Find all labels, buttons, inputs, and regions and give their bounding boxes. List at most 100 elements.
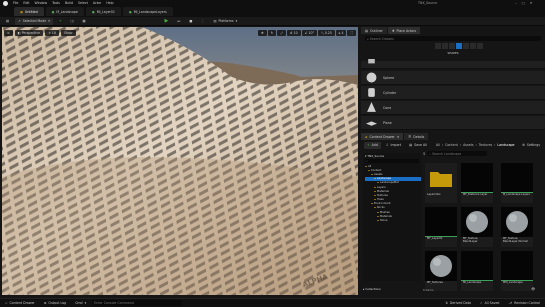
grid-snap-button[interactable]: #10 xyxy=(286,30,301,36)
import-button[interactable]: ⇩ Import xyxy=(383,142,404,149)
stop-button[interactable]: ■ xyxy=(186,18,195,25)
menu-item-select[interactable]: Select xyxy=(78,1,88,5)
cinematics-button[interactable]: ▦ xyxy=(80,18,89,25)
angle-snap-button[interactable]: ∠ 10° xyxy=(301,30,318,36)
asset-tile[interactable]: MF_Layer01 xyxy=(425,207,457,247)
collections-header[interactable]: ▸ Collections xyxy=(363,287,381,291)
shape-label: Cylinder xyxy=(383,90,397,95)
lit-button[interactable]: ☀ Lit xyxy=(45,30,59,36)
chevron-down-icon: ▾ xyxy=(48,19,50,23)
scale-snap-button[interactable]: ⤡ 0.25 xyxy=(318,30,335,36)
play-options-button[interactable]: ⋮ xyxy=(198,18,207,25)
volumes-icon[interactable] xyxy=(470,43,476,49)
asset-tile[interactable]: MF_Texture BlendLayer xyxy=(461,207,493,247)
asset-tile[interactable]: MM_Landscape xyxy=(501,251,533,291)
breadcrumb-item[interactable]: Content xyxy=(445,143,458,147)
menu-item-help[interactable]: Help xyxy=(106,1,113,5)
shape-item-cylinder[interactable]: Cylinder xyxy=(361,86,545,100)
add-button[interactable]: + xyxy=(56,18,65,25)
view-options-icon[interactable]: 👁 xyxy=(531,287,535,291)
add-content-button[interactable]: + Add xyxy=(364,141,381,149)
content-settings-button[interactable]: ⚙ Settings xyxy=(519,142,543,149)
transform-scale-icon[interactable]: ⤢ xyxy=(277,30,286,36)
shape-item-cone[interactable]: Cone xyxy=(361,101,545,115)
breadcrumb-item[interactable]: Textures xyxy=(479,143,492,147)
play-button[interactable]: ▶ xyxy=(162,18,172,25)
tab-content-drawer[interactable]: ▰ Content Drawer ✕ xyxy=(361,133,404,140)
level-viewport[interactable]: ALPHA xyxy=(2,27,358,295)
transform-rotate-icon[interactable]: ↻ xyxy=(267,30,277,36)
tab-mi-landscape-layers[interactable]: ● MI_LandscapeLayers xyxy=(122,7,173,16)
shapes-icon[interactable] xyxy=(456,43,462,49)
asset-tile[interactable]: M_Landscape Layers xyxy=(501,163,533,203)
maximize-viewport-button[interactable]: ⛶ xyxy=(347,30,356,36)
menu-item-actor[interactable]: Actor xyxy=(93,1,101,5)
blueprint-button[interactable]: ◫ xyxy=(67,18,76,25)
menu-item-file[interactable]: File xyxy=(13,1,18,5)
filter-icon[interactable]: ⊽ xyxy=(423,152,425,156)
revision-control-button[interactable]: ⎇ Revision Control xyxy=(505,300,543,307)
derived-data-button[interactable]: ⇅ Derived Data xyxy=(442,300,474,307)
tab-untitled[interactable]: ▣ Untitled xyxy=(14,7,44,16)
tab-m-landscape[interactable]: ● M_Landscape xyxy=(45,7,84,16)
asset-tile[interactable]: MI_Landscape xyxy=(461,251,493,291)
perspective-button[interactable]: ◧ Perspective xyxy=(14,30,44,36)
lights-icon[interactable] xyxy=(449,43,455,49)
menu-item-tools[interactable]: Tools xyxy=(52,1,60,5)
camera-icon: ◧ xyxy=(17,31,21,35)
folder-icon: ▰ xyxy=(371,172,373,176)
class-search[interactable]: ⌕ Search Classes xyxy=(365,36,541,41)
shape-item-sphere[interactable]: Sphere xyxy=(361,71,545,85)
save-button[interactable]: ▤ xyxy=(3,18,12,25)
menu-item-build[interactable]: Build xyxy=(65,1,73,5)
material-icon: ● xyxy=(91,9,95,14)
asset-thumbnail xyxy=(461,251,493,281)
basic-icon[interactable] xyxy=(442,43,448,49)
camera-speed-button[interactable]: ▸ 4 xyxy=(335,30,347,36)
source-header[interactable]: ▾ TNX_Source xyxy=(363,153,421,158)
visual-icon[interactable] xyxy=(463,43,469,49)
perspective-label: Perspective xyxy=(21,31,41,35)
close-icon[interactable]: ✕ xyxy=(397,135,400,139)
menu-item-edit[interactable]: Edit xyxy=(23,1,29,5)
tree-search[interactable]: ⌕ xyxy=(365,159,419,163)
shape-item-cube[interactable] xyxy=(361,59,545,69)
all-saved-indicator[interactable]: ✓ All Saved xyxy=(477,300,502,307)
maximize-icon[interactable]: □ xyxy=(522,1,525,5)
show-button[interactable]: Show xyxy=(60,30,76,36)
tab-place-actors[interactable]: ✚ Place Actors xyxy=(387,27,421,34)
tab-outliner[interactable]: ▤ Outliner xyxy=(361,27,387,34)
output-log-button[interactable]: ≣ Output Log xyxy=(41,300,69,307)
viewport-menu-button[interactable]: ≡ xyxy=(4,30,13,36)
asset-thumbnail xyxy=(461,163,493,193)
close-icon[interactable]: ✕ xyxy=(530,1,533,5)
tab-mi-layer01[interactable]: ● MI_Layer01 xyxy=(85,7,121,16)
details-tab-label: Details xyxy=(413,134,425,139)
recent-icon[interactable] xyxy=(435,43,441,49)
asset-search-input[interactable]: ⌕ Search Landscape xyxy=(427,151,488,156)
unreal-logo-icon[interactable] xyxy=(3,0,8,6)
asset-tile[interactable]: LayerInfos xyxy=(425,163,457,203)
save-all-button[interactable]: ▤ Save All xyxy=(406,142,430,149)
breadcrumb-item[interactable]: Landscape xyxy=(497,143,514,147)
content-toolbar: + Add ⇩ Import ▤ Save All All › Content › Ass… xyxy=(361,141,545,149)
breadcrumb-item[interactable]: All xyxy=(436,143,440,147)
minimize-icon[interactable]: – xyxy=(515,1,517,5)
tab-details[interactable]: ☰ Details xyxy=(404,133,429,140)
console-input[interactable]: Enter Console Command xyxy=(92,300,183,306)
transform-move-icon[interactable]: ✥ xyxy=(258,30,267,36)
asset-tile[interactable]: MF_Texture BlendLayer Normal xyxy=(501,207,533,247)
all-classes-icon[interactable] xyxy=(477,43,483,49)
asset-tile[interactable]: MF_Textures xyxy=(425,251,457,291)
step-button[interactable]: ⏭ xyxy=(174,18,183,25)
breadcrumb-item[interactable]: Assets xyxy=(463,143,473,147)
mode-select[interactable]: ➚ Selected Mode ▾ xyxy=(15,17,53,25)
menu-item-window[interactable]: Window xyxy=(35,1,48,5)
shape-item-plane[interactable]: Plane xyxy=(361,116,545,130)
cmd-dropdown[interactable]: Cmd ▾ xyxy=(72,300,89,307)
platforms-button[interactable]: ▥ Platforms ▾ xyxy=(210,18,240,25)
asset-tile[interactable]: MF_Distance Layer xyxy=(461,163,493,203)
content-drawer-button[interactable]: ▱ Content Drawer xyxy=(2,300,38,307)
console-placeholder: Enter Console Command xyxy=(94,301,134,305)
tree-item[interactable]: ▰ Stone xyxy=(365,218,421,222)
